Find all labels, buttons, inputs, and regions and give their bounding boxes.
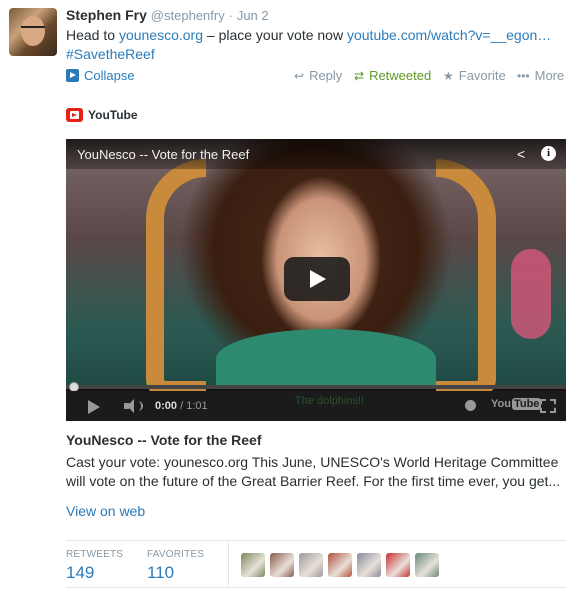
youtube-wordmark-you: You [491, 398, 511, 410]
retweets-count: 149 [66, 563, 95, 582]
tweet-stats: RETWEETS 149 FAVORITES 110 [66, 540, 566, 588]
retweets-label: RETWEETS [66, 549, 124, 560]
current-time: 0:00 [155, 400, 178, 412]
tweet-link-youtube[interactable]: youtube.com/watch?v=__egon… [347, 27, 551, 43]
more-label: More [534, 68, 565, 83]
tweet-text-prefix: Head to [66, 27, 119, 43]
video-title-bar: YouNesco -- Vote for the Reef < i [66, 139, 566, 169]
stats-divider [228, 541, 229, 588]
time-display: 0:00 / 1:01 [155, 400, 208, 412]
tweet-text-mid: – place your vote now [203, 27, 347, 43]
provider-name: YouTube [88, 108, 138, 122]
card-provider[interactable]: YouTube [66, 108, 138, 122]
reply-label: Reply [309, 68, 343, 83]
favorites-stat[interactable]: FAVORITES 110 [147, 549, 204, 583]
favoriter-avatars [241, 553, 439, 577]
favorites-label: FAVORITES [147, 549, 205, 560]
retweet-button[interactable]: ⇄ Retweeted [354, 68, 431, 83]
favoriter-avatar[interactable] [357, 553, 381, 577]
more-button[interactable]: ••• More [517, 68, 564, 83]
video-title[interactable]: YouNesco -- Vote for the Reef [77, 147, 249, 162]
card-title[interactable]: YouNesco -- Vote for the Reef [66, 432, 262, 448]
clock-icon[interactable] [465, 400, 476, 411]
retweet-icon: ⇄ [354, 68, 365, 83]
video-arch-left [146, 159, 206, 399]
youtube-logo-icon [66, 108, 83, 122]
author-name[interactable]: Stephen Fry [66, 7, 147, 23]
more-dots-icon: ••• [517, 68, 530, 83]
volume-cone [127, 399, 134, 413]
avatar-glasses [21, 26, 45, 32]
reply-button[interactable]: ↩ Reply [294, 68, 342, 83]
tweet-text: Head to younesco.org – place your vote n… [66, 26, 568, 44]
tweet-hashtag-line: #SavetheReef [66, 45, 568, 63]
favorite-label: Favorite [458, 68, 506, 83]
meta-separator: · [228, 8, 233, 23]
duration: 1:01 [186, 400, 208, 412]
play-icon[interactable] [88, 400, 100, 414]
favorite-star-icon: ★ [443, 68, 454, 83]
favoriter-avatar[interactable] [386, 553, 410, 577]
video-player[interactable]: YouNesco -- Vote for the Reef < i 0:00 /… [66, 139, 566, 421]
share-icon[interactable]: < [517, 147, 531, 161]
favoriter-avatar[interactable] [241, 553, 265, 577]
youtube-wordmark[interactable]: You Tube [491, 398, 542, 410]
tweet-actions: Collapse ↩ Reply ⇄ Retweeted ★ Favorite … [66, 68, 568, 86]
video-background-figure [511, 249, 551, 339]
retweets-stat[interactable]: RETWEETS 149 [66, 549, 123, 583]
collapse-icon [66, 69, 79, 82]
retweet-label: Retweeted [369, 68, 432, 83]
time-separator: / [177, 400, 187, 412]
play-button-large[interactable] [284, 257, 350, 301]
view-on-web-link[interactable]: View on web [66, 503, 145, 519]
progress-bar[interactable] [66, 385, 566, 389]
fullscreen-icon[interactable] [540, 399, 556, 413]
tweet-date[interactable]: Jun 2 [237, 8, 269, 23]
tweet-link-younesco[interactable]: younesco.org [119, 27, 203, 43]
player-controls: 0:00 / 1:01 The dolphins!! You Tube [66, 391, 566, 421]
favorite-button[interactable]: ★ Favorite [443, 68, 506, 83]
volume-wave [137, 401, 143, 411]
collapse-button[interactable]: Collapse [66, 68, 135, 83]
author-handle[interactable]: @stephenfry [151, 8, 225, 23]
tweet-content: Stephen Fry @stephenfry · Jun 2 Head to … [66, 6, 568, 63]
favorites-count: 110 [147, 563, 175, 582]
author-avatar[interactable] [9, 8, 57, 56]
favoriter-avatar[interactable] [299, 553, 323, 577]
info-icon[interactable]: i [541, 146, 556, 161]
video-subtitle: The dolphins!! [295, 395, 365, 407]
reply-icon: ↩ [294, 68, 305, 83]
hashtag-link[interactable]: #SavetheReef [66, 46, 155, 62]
favoriter-avatar[interactable] [328, 553, 352, 577]
favoriter-avatar[interactable] [270, 553, 294, 577]
volume-icon[interactable] [124, 399, 144, 413]
collapse-label: Collapse [84, 68, 135, 83]
card-description: Cast your vote: younesco.org This June, … [66, 454, 561, 489]
video-arch-right [436, 159, 496, 399]
tweet-header: Stephen Fry @stephenfry · Jun 2 [66, 6, 568, 25]
video-dress [216, 329, 436, 389]
favoriter-avatar[interactable] [415, 553, 439, 577]
youtube-wordmark-tube: Tube [511, 398, 542, 410]
